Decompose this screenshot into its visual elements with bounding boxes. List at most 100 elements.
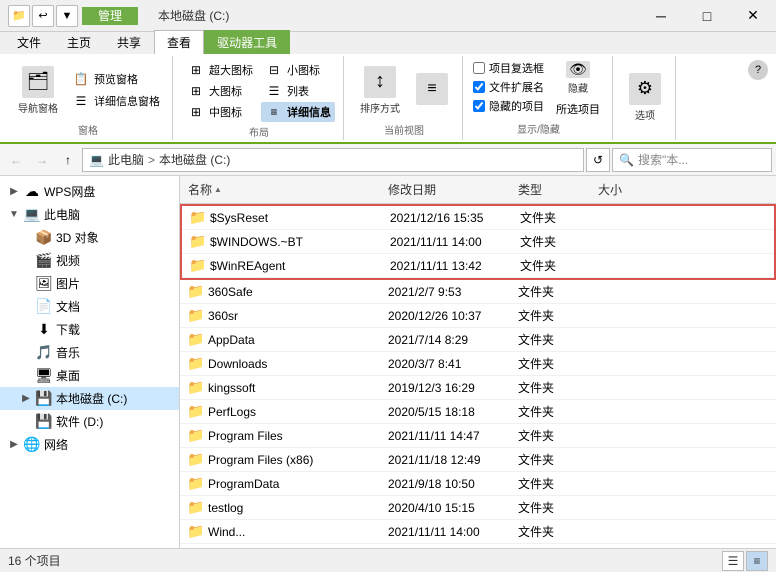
item-checkbox[interactable] bbox=[473, 62, 485, 74]
file-date-perflogs: 2020/5/15 18:18 bbox=[380, 404, 510, 420]
tab-file[interactable]: 文件 bbox=[4, 30, 54, 54]
file-size-kingssoft bbox=[590, 387, 650, 389]
address-bar[interactable]: 💻 此电脑 > 本地磁盘 (C:) bbox=[82, 148, 584, 172]
sidebar-item-wps[interactable]: ▶ ☁ WPS网盘 bbox=[0, 180, 179, 203]
sidebar-item-video[interactable]: 🎬 视频 bbox=[0, 249, 179, 272]
up-button[interactable]: ↑ bbox=[56, 148, 80, 172]
tab-home[interactable]: 主页 bbox=[54, 30, 104, 54]
nav-pane-btn[interactable]: 🗂 导航窗格 bbox=[12, 60, 64, 120]
file-name-sysreset: 📁 $SysReset bbox=[182, 209, 382, 227]
minimize-button[interactable]: ─ bbox=[638, 0, 684, 32]
medium-icon-btn[interactable]: ⊞ 中图标 bbox=[183, 102, 257, 122]
sidebar-item-network[interactable]: ▶ 🌐 网络 bbox=[0, 433, 179, 456]
forward-button[interactable]: → bbox=[30, 148, 54, 172]
file-row-testlog[interactable]: 📁 testlog 2020/4/10 15:15 文件夹 bbox=[180, 496, 776, 520]
header-name-label: 名称 bbox=[188, 181, 212, 198]
sidebar-item-pictures[interactable]: 🖼 图片 bbox=[0, 272, 179, 295]
video-icon: 🎬 bbox=[36, 253, 52, 269]
folder-icon-program-files: 📁 bbox=[188, 428, 204, 444]
hide-label: 隐藏 bbox=[568, 80, 588, 95]
header-date[interactable]: 修改日期 bbox=[380, 179, 510, 200]
sidebar-item-docs[interactable]: 📄 文档 bbox=[0, 295, 179, 318]
details-view-toggle[interactable]: ≡ bbox=[746, 551, 768, 571]
search-bar[interactable]: 🔍 搜索"本... bbox=[612, 148, 772, 172]
thispc-expand-icon: ▼ bbox=[8, 209, 20, 220]
qat-folder-btn[interactable]: 📁 bbox=[8, 5, 30, 27]
list-icon: ☰ bbox=[265, 82, 283, 100]
tab-view[interactable]: 查看 bbox=[154, 30, 204, 54]
file-row-sysreset[interactable]: 📁 $SysReset 2021/12/16 15:35 文件夹 bbox=[182, 206, 774, 230]
file-size-360safe bbox=[590, 291, 650, 293]
panes-content: 🗂 导航窗格 📋 预览窗格 ☰ 详细信息窗格 bbox=[12, 60, 164, 120]
sidebar-item-d-drive[interactable]: 💾 软件 (D:) bbox=[0, 410, 179, 433]
sidebar-item-c-drive[interactable]: ▶ 💾 本地磁盘 (C:) bbox=[0, 387, 179, 410]
group-btn[interactable]: ≡ bbox=[410, 60, 454, 120]
header-size[interactable]: 大小 bbox=[590, 179, 650, 200]
details-label: 详细信息窗格 bbox=[94, 93, 160, 109]
file-row-perflogs[interactable]: 📁 PerfLogs 2020/5/15 18:18 文件夹 bbox=[180, 400, 776, 424]
details-pane-btn[interactable]: ☰ 详细信息窗格 bbox=[68, 91, 164, 111]
file-type-360safe: 文件夹 bbox=[510, 282, 590, 301]
file-size-appdata bbox=[590, 339, 650, 341]
group-icon: ≡ bbox=[416, 73, 448, 105]
sort-btn[interactable]: ↕ 排序方式 bbox=[354, 60, 406, 120]
sidebar-item-thispc[interactable]: ▼ 💻 此电脑 bbox=[0, 203, 179, 226]
file-row-360safe[interactable]: 📁 360Safe 2021/2/7 9:53 文件夹 bbox=[180, 280, 776, 304]
qat-dropdown-btn[interactable]: ▼ bbox=[56, 5, 78, 27]
options-btn[interactable]: ⚙ 选项 bbox=[623, 67, 667, 127]
nav-pane-label: 导航窗格 bbox=[18, 100, 58, 115]
help-btn[interactable]: ? bbox=[748, 60, 768, 80]
file-row-downloads[interactable]: 📁 Downloads 2020/3/7 8:41 文件夹 bbox=[180, 352, 776, 376]
sidebar-item-desktop[interactable]: 🖥 桌面 bbox=[0, 364, 179, 387]
list-view-btn[interactable]: ☰ 列表 bbox=[261, 81, 335, 101]
file-row-program-files-x86[interactable]: 📁 Program Files (x86) 2021/11/18 12:49 文… bbox=[180, 448, 776, 472]
file-row-program-files[interactable]: 📁 Program Files 2021/11/11 14:47 文件夹 bbox=[180, 424, 776, 448]
header-type[interactable]: 类型 bbox=[510, 179, 590, 200]
extra-large-icon-btn[interactable]: ⊞ 超大图标 bbox=[183, 60, 257, 80]
list-view-toggle[interactable]: ☰ bbox=[722, 551, 744, 571]
file-type-testlog: 文件夹 bbox=[510, 498, 590, 517]
file-name-perflogs: 📁 PerfLogs bbox=[180, 403, 380, 421]
file-row-360sr[interactable]: 📁 360sr 2020/12/26 10:37 文件夹 bbox=[180, 304, 776, 328]
ext-checkbox[interactable] bbox=[473, 81, 485, 93]
file-row-appdata[interactable]: 📁 AppData 2021/7/14 8:29 文件夹 bbox=[180, 328, 776, 352]
maximize-button[interactable]: □ bbox=[684, 0, 730, 32]
file-row-kingssoft[interactable]: 📁 kingssoft 2019/12/3 16:29 文件夹 bbox=[180, 376, 776, 400]
hide-btn[interactable]: 👁 隐藏 bbox=[552, 60, 604, 96]
sidebar-item-music[interactable]: 🎵 音乐 bbox=[0, 341, 179, 364]
details-view-btn[interactable]: ≡ 详细信息 bbox=[261, 102, 335, 122]
file-label-sysreset: $SysReset bbox=[210, 211, 268, 225]
folder-icon-sysreset: 📁 bbox=[190, 210, 206, 226]
small-icon-btn[interactable]: ⊟ 小图标 bbox=[261, 60, 335, 80]
file-row-wind[interactable]: 📁 Wind... 2021/11/11 14:00 文件夹 bbox=[180, 520, 776, 544]
refresh-button[interactable]: ↺ bbox=[586, 148, 610, 172]
preview-pane-btn[interactable]: 📋 预览窗格 bbox=[68, 69, 164, 89]
sidebar-item-downloads[interactable]: ⬇ 下载 bbox=[0, 318, 179, 341]
selected-items-btn[interactable]: 所选项目 bbox=[552, 100, 604, 118]
folder-icon-kingssoft: 📁 bbox=[188, 380, 204, 396]
large-icon: ⊞ bbox=[187, 82, 205, 100]
hidden-checkbox-label: 隐藏的项目 bbox=[489, 98, 544, 114]
checkbox-area: 项目复选框 文件扩展名 隐藏的项目 bbox=[473, 60, 544, 114]
file-row-winreagent[interactable]: 📁 $WinREAgent 2021/11/11 13:42 文件夹 bbox=[182, 254, 774, 278]
qat-undo-btn[interactable]: ↩ bbox=[32, 5, 54, 27]
d-drive-label: 软件 (D:) bbox=[56, 413, 171, 430]
file-size-testlog bbox=[590, 507, 650, 509]
folder-icon-program-files-x86: 📁 bbox=[188, 452, 204, 468]
folder-icon-wind: 📁 bbox=[188, 524, 204, 540]
hidden-checkbox[interactable] bbox=[473, 100, 485, 112]
file-date-360safe: 2021/2/7 9:53 bbox=[380, 284, 510, 300]
options-icon: ⚙ bbox=[629, 73, 661, 105]
file-row-programdata[interactable]: 📁 ProgramData 2021/9/18 10:50 文件夹 bbox=[180, 472, 776, 496]
header-name[interactable]: 名称 ▲ bbox=[180, 179, 380, 200]
list-label: 列表 bbox=[287, 83, 309, 99]
sidebar-item-3d[interactable]: 📦 3D 对象 bbox=[0, 226, 179, 249]
back-button[interactable]: ← bbox=[4, 148, 28, 172]
tab-share[interactable]: 共享 bbox=[104, 30, 154, 54]
close-button[interactable]: ✕ bbox=[730, 0, 776, 32]
file-name-testlog: 📁 testlog bbox=[180, 499, 380, 517]
ribbon-group-panes: 🗂 导航窗格 📋 预览窗格 ☰ 详细信息窗格 窗格 bbox=[4, 56, 173, 140]
file-row-windows-bt[interactable]: 📁 $WINDOWS.~BT 2021/11/11 14:00 文件夹 bbox=[182, 230, 774, 254]
tab-drive-tools[interactable]: 驱动器工具 bbox=[204, 30, 290, 54]
large-icon-btn[interactable]: ⊞ 大图标 bbox=[183, 81, 257, 101]
